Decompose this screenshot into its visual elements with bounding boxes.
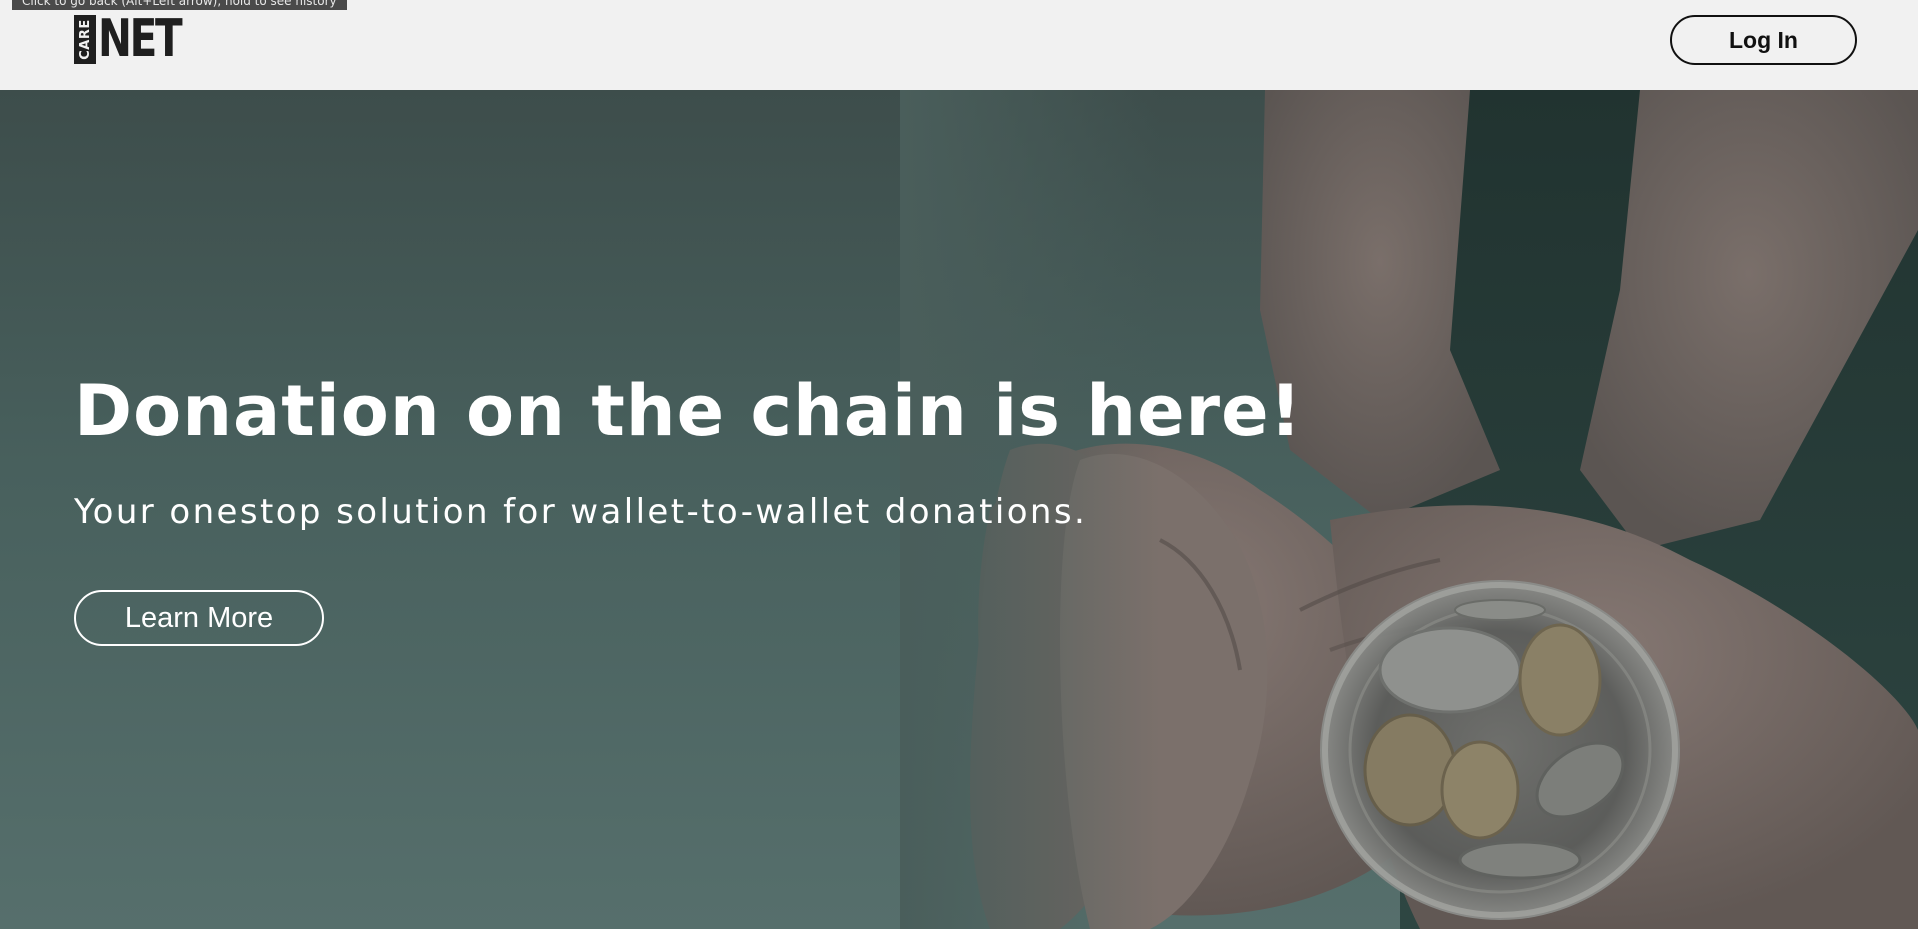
logo-care-box: CARE <box>74 15 96 64</box>
learn-more-button[interactable]: Learn More <box>74 590 324 646</box>
logo-net-text: NET <box>98 9 183 69</box>
hero-title: Donation on the chain is here! <box>74 370 1303 452</box>
logo-care-text: CARE <box>77 19 93 60</box>
carenet-logo[interactable]: CARE NET <box>74 9 204 69</box>
back-button-tooltip: Click to go back (Alt+Left arrow), hold … <box>12 0 347 10</box>
hero-section: Donation on the chain is here! Your ones… <box>0 90 1918 929</box>
top-navbar: CARE NET Log In <box>0 0 1918 90</box>
login-button[interactable]: Log In <box>1670 15 1857 65</box>
hero-subtitle: Your onestop solution for wallet-to-wall… <box>74 492 1088 532</box>
